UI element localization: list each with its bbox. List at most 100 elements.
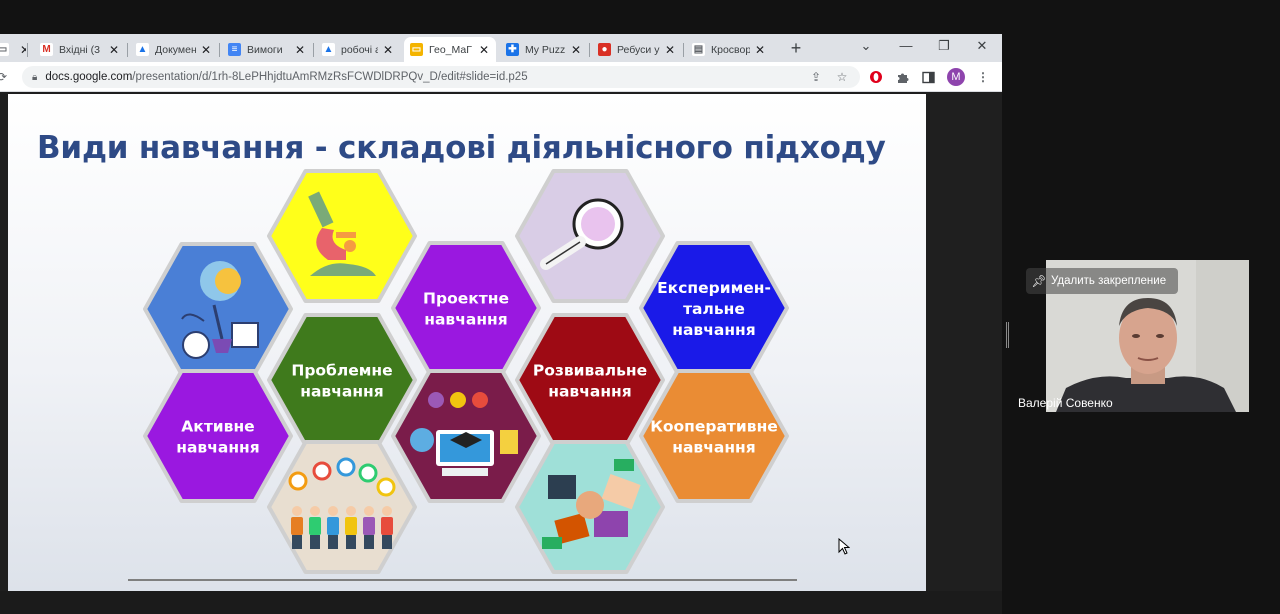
slide-divider [128, 579, 797, 581]
presentation-slide: Види навчання - складові діяльнісного пі… [8, 94, 926, 591]
tab-title: My Puzz [525, 43, 566, 56]
tab-separator [589, 43, 590, 57]
panel-resize-handle[interactable] [1006, 322, 1009, 348]
browser-tab[interactable]: ▲ робочі а ✕ [316, 37, 400, 62]
hexagon-people-ideas [267, 440, 417, 574]
page-content: Види навчання - складові діяльнісного пі… [0, 92, 1002, 614]
tab-separator [127, 43, 128, 57]
browser-tab[interactable]: ▭ Гео_МаГ ✕ [404, 37, 496, 62]
puzzle-icon: ✚ [506, 43, 519, 56]
hexagon-label: навчання [548, 383, 631, 401]
lock-icon[interactable]: 🔒︎ [32, 72, 37, 83]
hexagon-label-9: Кооперативне навчання [639, 369, 789, 503]
hexagon-diagram: Проектне навчання Експеримен-тальне навчанн… [143, 169, 789, 574]
browser-tab[interactable]: M Вхідні (3 ✕ [34, 37, 126, 62]
tab-title: Кросвор [711, 43, 750, 56]
tab-title: Ребуси у [617, 43, 660, 56]
hexagon-label-4: Експеримен-тальне навчання [639, 241, 789, 375]
browser-tab[interactable]: ▤ Кросвор ✕ [686, 37, 772, 62]
tab-close-icon[interactable]: ✕ [19, 43, 26, 57]
doc-icon: ▭ [0, 43, 9, 56]
tab-separator [313, 43, 314, 57]
hexagon-microscope [267, 169, 417, 303]
hexagon-label-2: Проектне навчання [391, 241, 541, 375]
drive-icon: ▲ [136, 43, 149, 56]
profile-avatar[interactable]: M [947, 68, 965, 86]
hexagon-label-7: Активне навчання [143, 369, 293, 503]
mouse-cursor-icon [838, 538, 850, 555]
hexagon-shape [143, 369, 293, 503]
hexagon-label-6: Розвивальне навчання [515, 313, 665, 447]
browser-tab[interactable]: ▭ер✕ [0, 37, 26, 62]
unpin-label: Удалить закрепление [1051, 275, 1167, 287]
extensions-puzzle-icon[interactable] [894, 69, 910, 85]
url-host: docs.google.com [45, 71, 133, 83]
hexagon-label: навчання [176, 439, 259, 457]
hexagon-label: Кооперативне [650, 418, 778, 436]
participant-name: Валерій Совенко [1018, 396, 1113, 410]
url-text[interactable]: docs.google.com/presentation/d/1rh-8LePH… [45, 71, 527, 83]
menu-kebab-icon[interactable]: ⋮ [975, 69, 991, 85]
hexagon-shape [267, 313, 417, 447]
hexagon-label: Експеримен- [657, 279, 771, 297]
browser-toolbar: ⟳ 🔒︎ docs.google.com/presentation/d/1rh-… [0, 62, 1002, 92]
hexagon-label: навчання [672, 439, 755, 457]
browser-window: ▭ер✕ M Вхідні (3 ✕ ▲ Докумен ✕ ≡ Вимоги ✕ ▲ робочі … [0, 34, 1002, 614]
tab-close-icon[interactable]: ✕ [478, 43, 490, 57]
tab-search-icon[interactable]: ⌄ [858, 38, 874, 54]
drive-icon: ▲ [322, 43, 335, 56]
address-bar[interactable]: 🔒︎ docs.google.com/presentation/d/1rh-8L… [22, 66, 860, 88]
docs-icon: ≡ [228, 43, 241, 56]
tab-strip: ▭ер✕ M Вхідні (3 ✕ ▲ Докумен ✕ ≡ Вимоги ✕ ▲ робочі … [0, 34, 1002, 62]
browser-tab[interactable]: ✚ My Puzz ✕ [500, 37, 588, 62]
hexagon-teamwork-hands [515, 440, 665, 574]
opera-extension-icon[interactable] [868, 69, 884, 85]
hexagon-shape [515, 313, 665, 447]
hexagon-brain-plant [143, 242, 293, 376]
tab-title: Вимоги [247, 43, 283, 56]
hexagon-label-5: Проблемне навчання [267, 313, 417, 447]
side-panel-icon[interactable] [920, 69, 936, 85]
browser-tab[interactable]: ≡ Вимоги ✕ [222, 37, 312, 62]
hexagon-shape [639, 369, 789, 503]
share-icon[interactable]: ⇪ [808, 69, 824, 85]
screen: ▭ер✕ M Вхідні (3 ✕ ▲ Докумен ✕ ≡ Вимоги ✕ ▲ робочі … [0, 0, 1280, 614]
tab-separator [683, 43, 684, 57]
tab-close-icon[interactable]: ✕ [200, 43, 212, 57]
tab-separator [27, 43, 28, 57]
tab-close-icon[interactable]: ✕ [382, 43, 394, 57]
hexagon-label: Проблемне [291, 362, 392, 380]
tab-close-icon[interactable]: ✕ [570, 43, 582, 57]
restore-icon[interactable]: ❐ [936, 38, 952, 54]
url-path: /presentation/d/1rh-8LePHhjdtuAmRMzRsFCW… [132, 71, 528, 83]
hexagon-label: навчання [300, 383, 383, 401]
tab-title: робочі а [341, 43, 378, 56]
unpin-button[interactable]: 📌︎ Удалить закрепление [1026, 268, 1178, 294]
minimize-icon[interactable]: — [898, 38, 914, 53]
slides-icon: ▭ [410, 43, 423, 56]
tab-title: Гео_МаГ [429, 43, 472, 56]
hexagon-shape [391, 241, 541, 375]
window-close-icon[interactable]: ✕ [974, 38, 990, 54]
tab-title: Вхідні (3 [59, 43, 100, 56]
hexagon-elearning [391, 369, 541, 503]
tab-close-icon[interactable]: ✕ [754, 43, 766, 57]
hexagon-label: навчання [424, 311, 507, 329]
tab-close-icon[interactable]: ✕ [664, 43, 676, 57]
bookmark-star-icon[interactable]: ☆ [834, 69, 850, 85]
ball-icon: ● [598, 43, 611, 56]
hexagon-label: Активне [181, 418, 254, 436]
browser-tab[interactable]: ● Ребуси у ✕ [592, 37, 682, 62]
pin-icon: 📌︎ [1031, 274, 1047, 288]
new-tab-button[interactable]: + [787, 38, 805, 59]
hexagon-magnifier [515, 169, 665, 303]
tab-close-icon[interactable]: ✕ [108, 43, 120, 57]
browser-tab[interactable]: ▲ Докумен ✕ [130, 37, 218, 62]
hexagon-label: тальне [683, 300, 745, 318]
tab-title: Докумен [155, 43, 196, 56]
hexagon-label: навчання [672, 321, 755, 339]
tab-close-icon[interactable]: ✕ [294, 43, 306, 57]
gmail-icon: M [40, 43, 53, 56]
hexagon-label: Проектне [423, 290, 509, 308]
reload-icon[interactable]: ⟳ [0, 69, 10, 85]
